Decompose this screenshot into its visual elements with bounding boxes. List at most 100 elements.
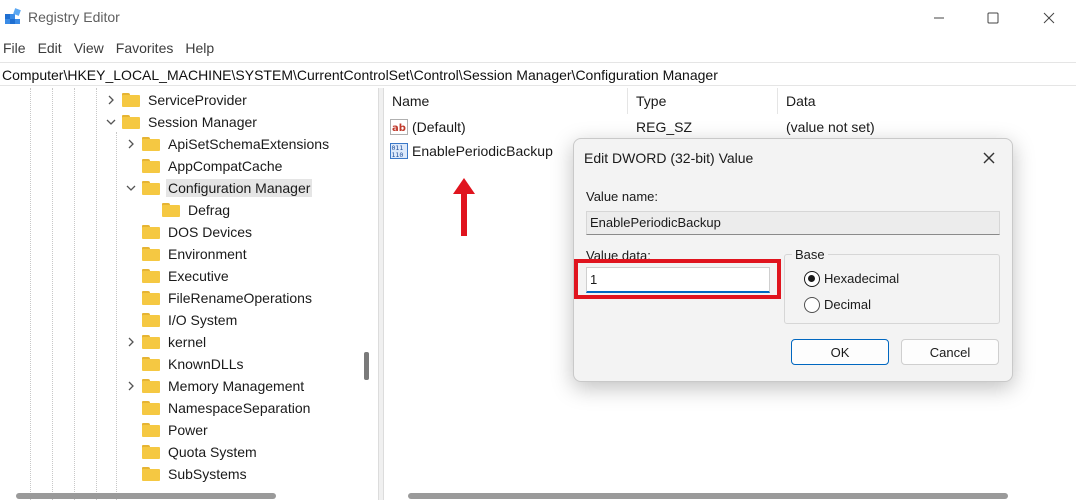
tree-node[interactable]: FileRenameOperations [124, 287, 314, 309]
dword-value-icon: 011 110 [390, 143, 408, 159]
tree-node[interactable]: DOS Devices [124, 221, 254, 243]
column-header-type[interactable]: Type [628, 88, 778, 114]
title-bar: Registry Editor [0, 0, 1076, 36]
chevron-right-icon[interactable] [124, 375, 138, 397]
tree-node[interactable]: ApiSetSchemaExtensions [124, 133, 331, 155]
list-item[interactable]: ab (Default) REG_SZ (value not set) [384, 116, 1076, 138]
decimal-radio[interactable] [804, 297, 820, 313]
svg-text:110: 110 [392, 151, 404, 159]
menu-favorites[interactable]: Favorites [113, 38, 183, 60]
address-bar[interactable]: Computer\HKEY_LOCAL_MACHINE\SYSTEM\Curre… [0, 62, 1076, 86]
chevron-down-icon[interactable] [104, 111, 118, 133]
folder-icon [142, 159, 160, 173]
tree-node-label: SubSystems [168, 466, 247, 482]
tree-node[interactable]: Session Manager [104, 111, 259, 133]
chevron-right-icon[interactable] [124, 133, 138, 155]
close-button[interactable] [1022, 0, 1076, 36]
tree-node[interactable]: Configuration Manager [124, 177, 313, 199]
folder-icon [142, 445, 160, 459]
tree-node-label: Quota System [168, 444, 257, 460]
folder-icon [142, 225, 160, 239]
menu-help[interactable]: Help [182, 38, 223, 60]
tree-node[interactable]: Environment [124, 243, 249, 265]
maximize-icon [987, 12, 999, 24]
value-data: (value not set) [786, 119, 875, 135]
value-name: (Default) [412, 119, 466, 135]
annotation-highlight-box [574, 259, 781, 299]
folder-icon [142, 291, 160, 305]
tree-node[interactable]: KnownDLLs [124, 353, 246, 375]
column-header-data[interactable]: Data [778, 88, 1076, 114]
value-name-field: EnablePeriodicBackup [586, 211, 1000, 235]
tree-node-label: Session Manager [148, 114, 257, 130]
tree-node-label: Defrag [188, 202, 231, 218]
close-icon [1043, 12, 1055, 24]
dialog-close-button[interactable] [974, 145, 1004, 171]
hexadecimal-radio[interactable] [804, 271, 820, 287]
tree-node[interactable]: Defrag [144, 199, 232, 221]
chevron-right-icon[interactable] [124, 331, 138, 353]
column-header-name[interactable]: Name [384, 88, 628, 114]
registry-editor-icon [5, 8, 21, 24]
svg-text:ab: ab [392, 123, 406, 134]
tree-node[interactable]: NamespaceSeparation [124, 397, 312, 419]
tree-node[interactable]: Executive [124, 265, 231, 287]
tree-node-label: kernel [168, 334, 207, 350]
minimize-icon [934, 17, 944, 19]
tree-node[interactable]: Memory Management [124, 375, 306, 397]
values-horizontal-scrollbar[interactable] [408, 493, 1008, 499]
folder-icon [142, 181, 160, 195]
tree-node[interactable]: Quota System [124, 441, 259, 463]
menu-edit[interactable]: Edit [35, 38, 71, 60]
maximize-button[interactable] [966, 0, 1020, 36]
folder-icon [122, 115, 140, 129]
tree-guide-line [96, 88, 97, 500]
folder-icon [162, 203, 180, 217]
tree-node[interactable]: SubSystems [124, 463, 249, 485]
tree-node[interactable]: Power [124, 419, 210, 441]
menu-view[interactable]: View [71, 38, 113, 60]
value-name: EnablePeriodicBackup [412, 143, 553, 159]
string-value-icon: ab [390, 119, 408, 135]
tree-node-label: FileRenameOperations [168, 290, 312, 306]
tree-vertical-scrollbar[interactable] [364, 352, 369, 380]
chevron-down-icon[interactable] [124, 177, 138, 199]
cancel-button[interactable]: Cancel [901, 339, 999, 365]
tree-node[interactable]: kernel [124, 331, 208, 353]
chevron-right-icon[interactable] [104, 89, 118, 111]
minimize-button[interactable] [912, 0, 966, 36]
folder-icon [142, 423, 160, 437]
folder-icon [142, 401, 160, 415]
tree-node[interactable]: I/O System [124, 309, 239, 331]
base-group [784, 254, 1000, 324]
decimal-label[interactable]: Decimal [824, 297, 871, 312]
folder-icon [142, 137, 160, 151]
tree-node-label: ServiceProvider [148, 92, 247, 108]
hexadecimal-label[interactable]: Hexadecimal [824, 271, 899, 286]
menu-file[interactable]: File [0, 38, 35, 60]
dialog-title: Edit DWORD (32-bit) Value [584, 150, 754, 166]
folder-icon [142, 379, 160, 393]
tree-node[interactable]: AppCompatCache [124, 155, 284, 177]
tree-node[interactable]: ServiceProvider [104, 89, 249, 111]
tree-node-label: KnownDLLs [168, 356, 244, 372]
ok-button[interactable]: OK [791, 339, 889, 365]
tree-pane[interactable]: ServiceProvider Session Manager ApiSetSche… [0, 88, 378, 500]
tree-guide-line [30, 88, 31, 500]
tree-node-label: DOS Devices [168, 224, 253, 240]
tree-horizontal-scrollbar[interactable] [16, 493, 276, 499]
folder-icon [122, 93, 140, 107]
tree-node-label: Configuration Manager [166, 179, 313, 197]
folder-icon [142, 335, 160, 349]
tree-guide-line [52, 88, 53, 500]
address-path[interactable]: Computer\HKEY_LOCAL_MACHINE\SYSTEM\Curre… [2, 67, 718, 83]
tree-node-label: Environment [168, 246, 247, 262]
